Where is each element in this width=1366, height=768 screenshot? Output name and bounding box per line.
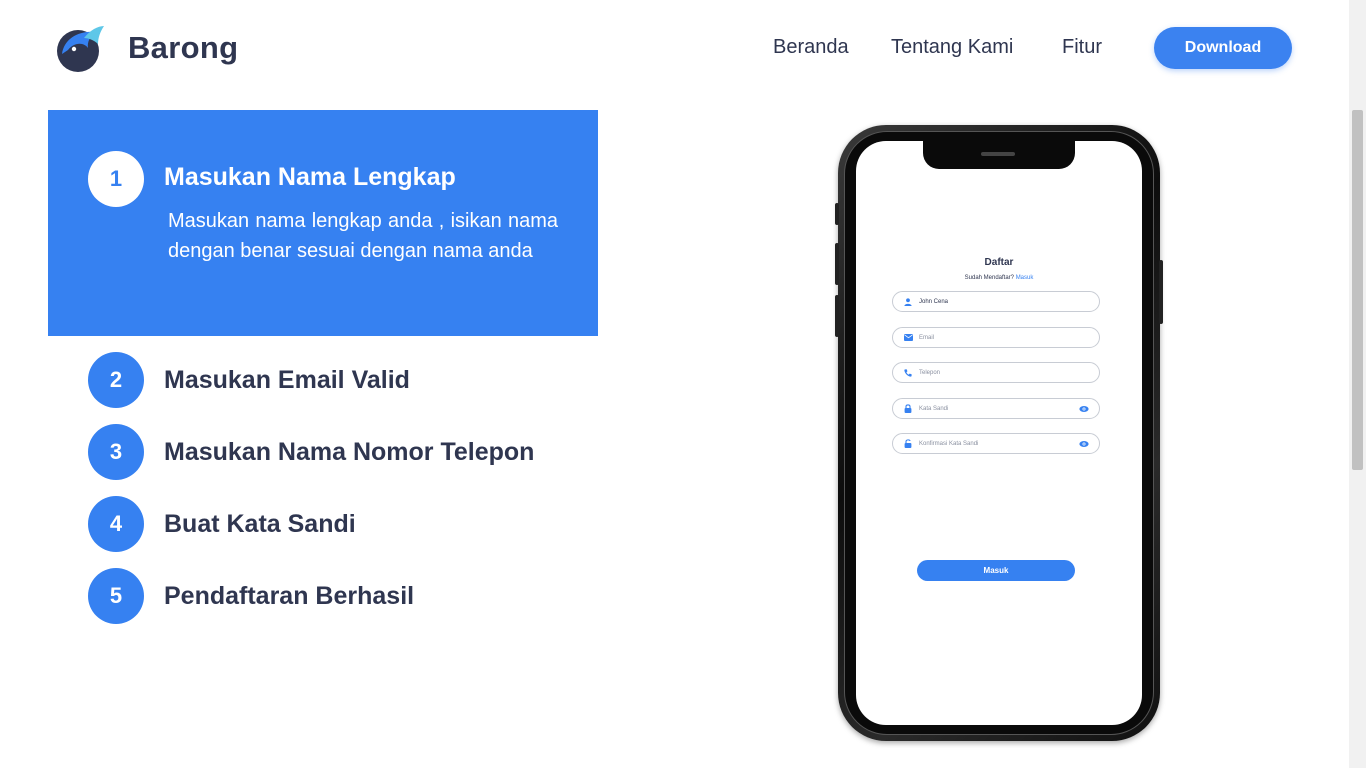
step-title: Masukan Email Valid [164,365,410,394]
step-title: Masukan Nama Lengkap [164,163,456,191]
phone-screen: Daftar Sudah Mendaftar? Masuk John Cena … [856,141,1142,725]
confirm-password-field[interactable]: Konfirmasi Kata Sandi [892,433,1100,454]
mail-icon [903,333,913,343]
name-field-value: John Cena [919,298,949,305]
step-title: Buat Kata Sandi [164,509,356,538]
password-field[interactable]: Kata Sandi [892,398,1100,419]
phone-volume-up [835,243,839,285]
step-4[interactable]: 4 Buat Kata Sandi [88,496,356,552]
email-field[interactable]: Email [892,327,1100,348]
login-link[interactable]: Masuk [1016,275,1034,281]
nav-link-beranda[interactable]: Beranda [773,36,849,59]
step-title: Masukan Nama Nomor Telepon [164,437,535,466]
phone-power-button [1159,260,1163,324]
email-field-placeholder: Email [919,334,935,341]
step-title: Pendaftaran Berhasil [164,581,415,610]
eye-icon[interactable] [1079,404,1089,414]
step-1-card[interactable]: 1 Masukan Nama Lengkap Masukan nama leng… [48,110,598,336]
brand-name[interactable]: Barong [128,30,238,66]
login-button[interactable]: Masuk [917,560,1075,581]
phone-volume-down [835,295,839,337]
scrollbar-thumb[interactable] [1352,110,1363,470]
step-number: 5 [88,568,144,624]
page-scrollbar[interactable] [1349,0,1366,768]
signup-subtitle-text: Sudah Mendaftar? [964,275,1015,281]
nav-link-tentang-kami[interactable]: Tentang Kami [891,36,1013,59]
user-icon [903,297,913,307]
phone-speaker [981,152,1015,156]
step-5[interactable]: 5 Pendaftaran Berhasil [88,568,414,624]
lock-open-icon [903,439,913,449]
phone-icon [903,368,913,378]
lock-icon [903,404,913,414]
eye-icon[interactable] [1079,439,1089,449]
step-number: 4 [88,496,144,552]
nav-link-fitur[interactable]: Fitur [1062,36,1102,59]
brand-logo[interactable] [54,24,104,74]
phone-field-placeholder: Telepon [919,369,941,376]
download-button[interactable]: Download [1154,27,1292,69]
password-field-placeholder: Kata Sandi [919,405,949,412]
signup-subtitle: Sudah Mendaftar? Masuk [856,275,1142,281]
phone-field[interactable]: Telepon [892,362,1100,383]
barong-logo-icon [57,26,104,72]
signup-title: Daftar [984,257,1014,268]
phone-side-button [835,203,839,225]
phone-mockup: Daftar Sudah Mendaftar? Masuk John Cena … [835,125,1163,741]
step-2[interactable]: 2 Masukan Email Valid [88,352,410,408]
step-description: Masukan nama lengkap anda , isikan nama … [168,210,558,262]
name-field[interactable]: John Cena [892,291,1100,312]
step-3[interactable]: 3 Masukan Nama Nomor Telepon [88,424,534,480]
step-number: 2 [88,352,144,408]
confirm-password-placeholder: Konfirmasi Kata Sandi [919,440,979,447]
step-number: 1 [88,151,144,207]
step-number: 3 [88,424,144,480]
